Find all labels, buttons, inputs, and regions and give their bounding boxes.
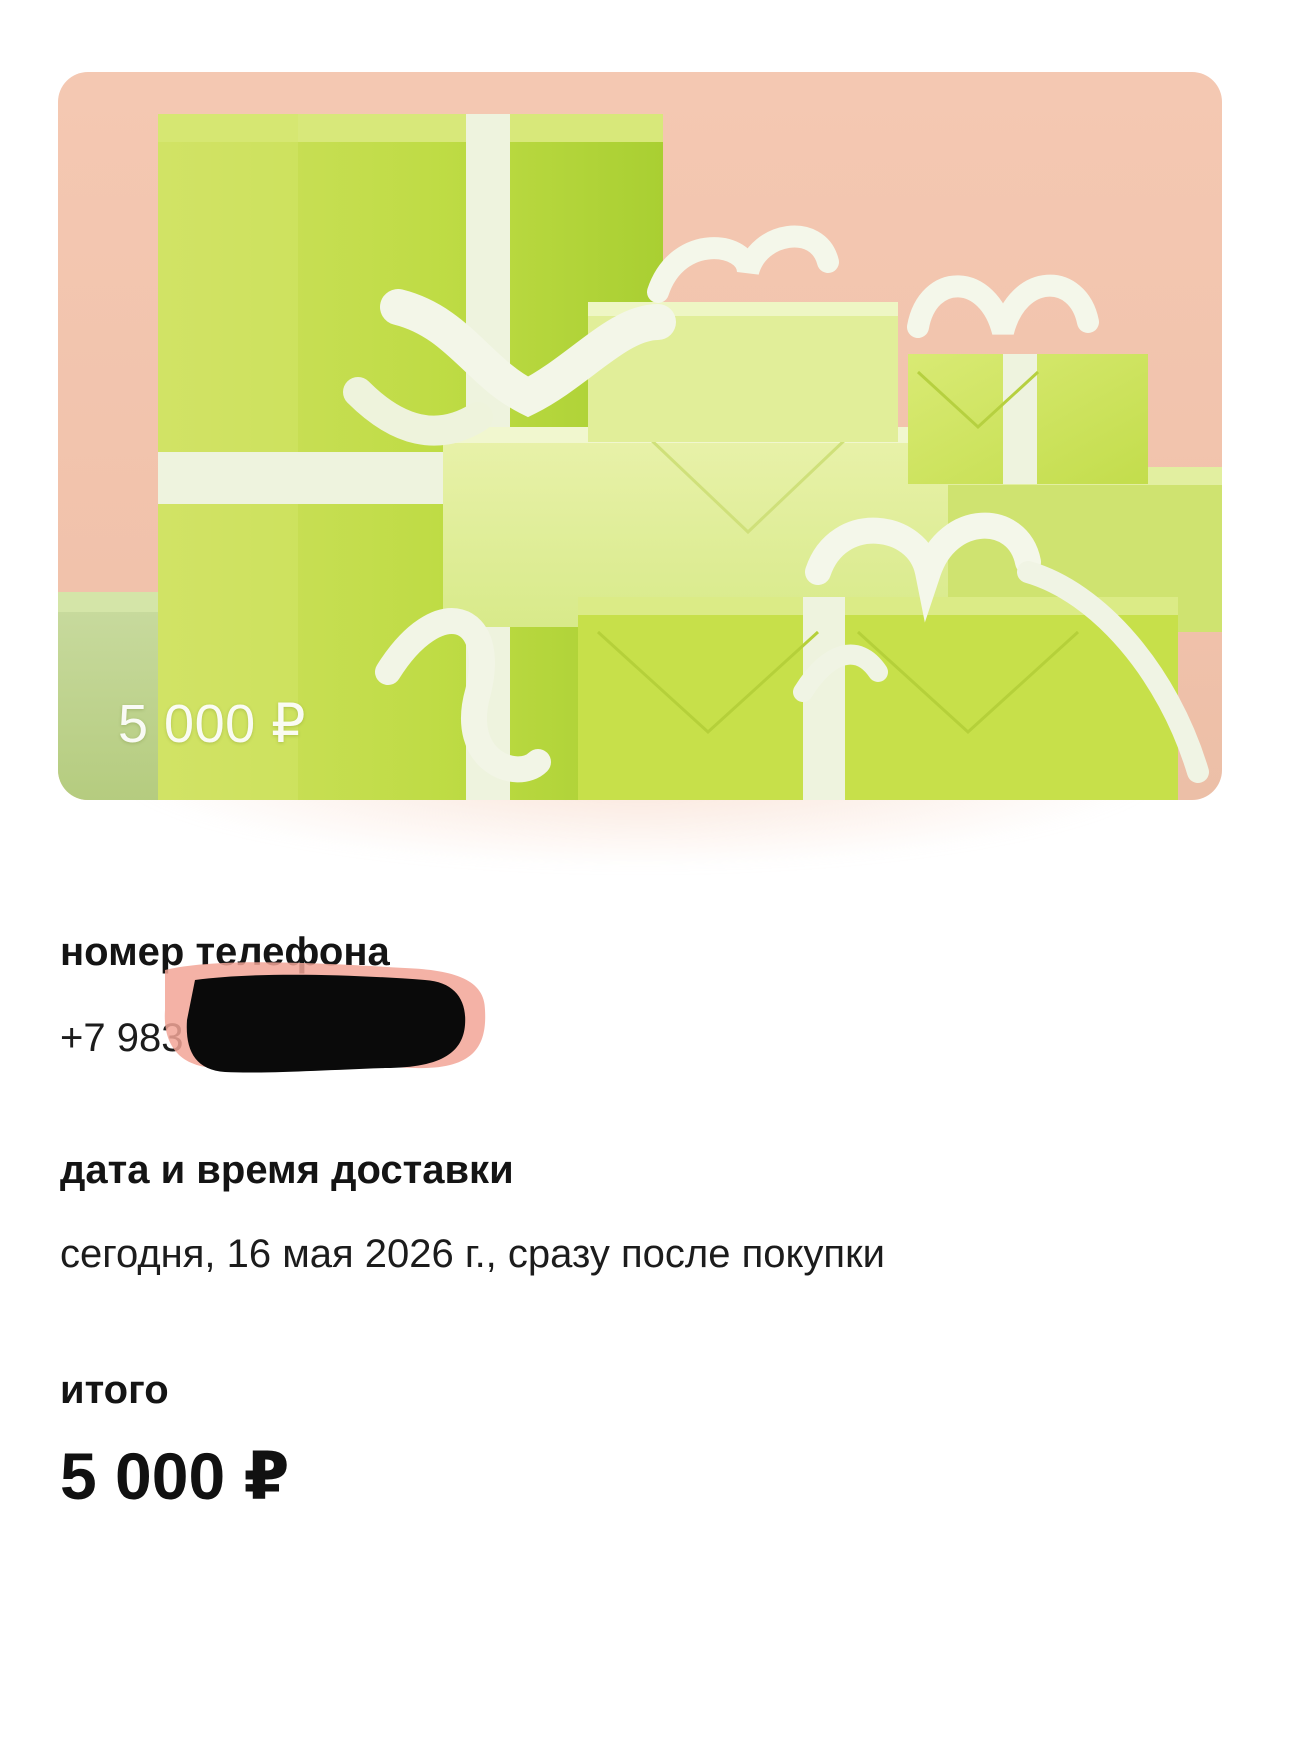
total-value: 5 000 ₽	[60, 1439, 290, 1513]
redaction-mark	[164, 962, 486, 1073]
delivery-label: дата и время доставки	[60, 1148, 514, 1192]
total-label: итого	[60, 1368, 169, 1412]
gift-card[interactable]: 5 000 ₽	[58, 72, 1222, 870]
delivery-value: сегодня, 16 мая 2026 г., сразу после пок…	[60, 1232, 885, 1276]
gift-boxes-illustration	[58, 114, 1222, 800]
gift-card-image: 5 000 ₽	[58, 72, 1222, 800]
card-amount: 5 000 ₽	[118, 694, 306, 754]
